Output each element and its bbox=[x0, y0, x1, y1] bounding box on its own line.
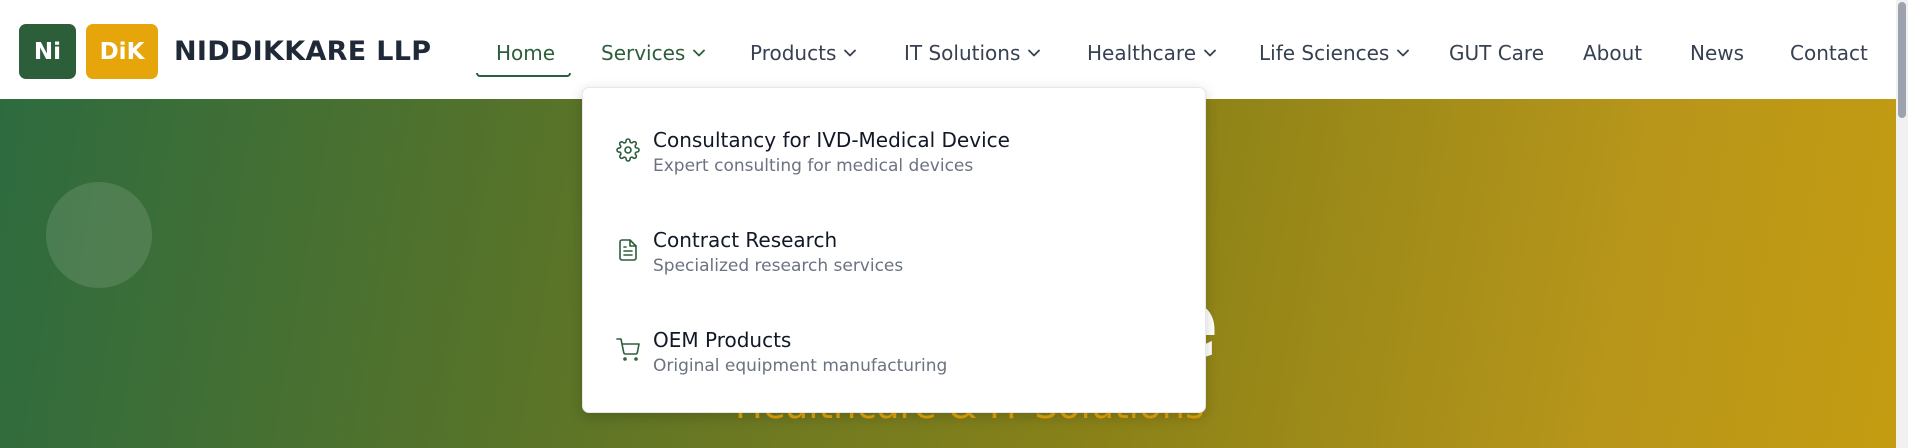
services-dropdown: Consultancy for IVD-Medical Device Exper… bbox=[582, 87, 1206, 413]
nav-life-sciences[interactable]: Life Sciences bbox=[1259, 40, 1410, 66]
chevron-down-icon bbox=[1028, 49, 1041, 57]
site-header: Ni DiK NIDDIKKARE LLP Home Services Prod… bbox=[0, 0, 1896, 99]
nav-products-label: Products bbox=[750, 41, 837, 65]
nav-contact[interactable]: Contact bbox=[1790, 40, 1868, 66]
nav-it-solutions[interactable]: IT Solutions bbox=[904, 40, 1041, 66]
nav-gut-care[interactable]: GUT Care bbox=[1449, 40, 1544, 66]
nav-home[interactable]: Home bbox=[496, 40, 555, 66]
dropdown-item-description: Expert consulting for medical devices bbox=[653, 156, 974, 176]
nav-news[interactable]: News bbox=[1690, 40, 1744, 66]
dropdown-item-oem-products[interactable]: OEM Products Original equipment manufact… bbox=[583, 288, 1205, 388]
nav-about[interactable]: About bbox=[1583, 40, 1642, 66]
dropdown-item-title: OEM Products bbox=[653, 328, 792, 352]
nav-news-label: News bbox=[1690, 41, 1745, 65]
nav-it-solutions-label: IT Solutions bbox=[904, 41, 1021, 65]
nav-services-label: Services bbox=[601, 41, 686, 65]
decorative-circle bbox=[46, 182, 152, 288]
dropdown-item-contract-research[interactable]: Contract Research Specialized research s… bbox=[583, 188, 1205, 288]
nav-products[interactable]: Products bbox=[750, 40, 857, 66]
dropdown-item-title: Consultancy for IVD-Medical Device bbox=[653, 128, 1010, 152]
nav-life-sciences-label: Life Sciences bbox=[1259, 41, 1390, 65]
page-scrollbar[interactable] bbox=[1896, 0, 1908, 448]
chevron-down-icon bbox=[693, 49, 706, 57]
dropdown-item-description: Specialized research services bbox=[653, 256, 904, 276]
cart-icon bbox=[616, 338, 640, 361]
nav-contact-label: Contact bbox=[1790, 41, 1868, 65]
nav-services[interactable]: Services bbox=[601, 40, 706, 66]
dropdown-item-description: Original equipment manufacturing bbox=[653, 356, 948, 376]
nav-gut-care-label: GUT Care bbox=[1449, 41, 1545, 65]
active-indicator bbox=[476, 73, 571, 77]
chevron-down-icon bbox=[1204, 49, 1216, 57]
nav-healthcare[interactable]: Healthcare bbox=[1087, 40, 1216, 66]
chevron-down-icon bbox=[844, 49, 857, 57]
chevron-down-icon bbox=[1397, 49, 1410, 57]
nav-about-label: About bbox=[1583, 41, 1643, 65]
main-nav: Home Services Products IT Solutions Heal… bbox=[0, 0, 1896, 99]
nav-home-label: Home bbox=[496, 41, 556, 65]
dropdown-item-title: Contract Research bbox=[653, 228, 838, 252]
document-icon bbox=[619, 239, 637, 261]
dropdown-item-consultancy[interactable]: Consultancy for IVD-Medical Device Exper… bbox=[583, 88, 1205, 188]
nav-healthcare-label: Healthcare bbox=[1087, 41, 1197, 65]
gear-icon bbox=[616, 138, 640, 162]
scrollbar-thumb[interactable] bbox=[1898, 2, 1906, 118]
